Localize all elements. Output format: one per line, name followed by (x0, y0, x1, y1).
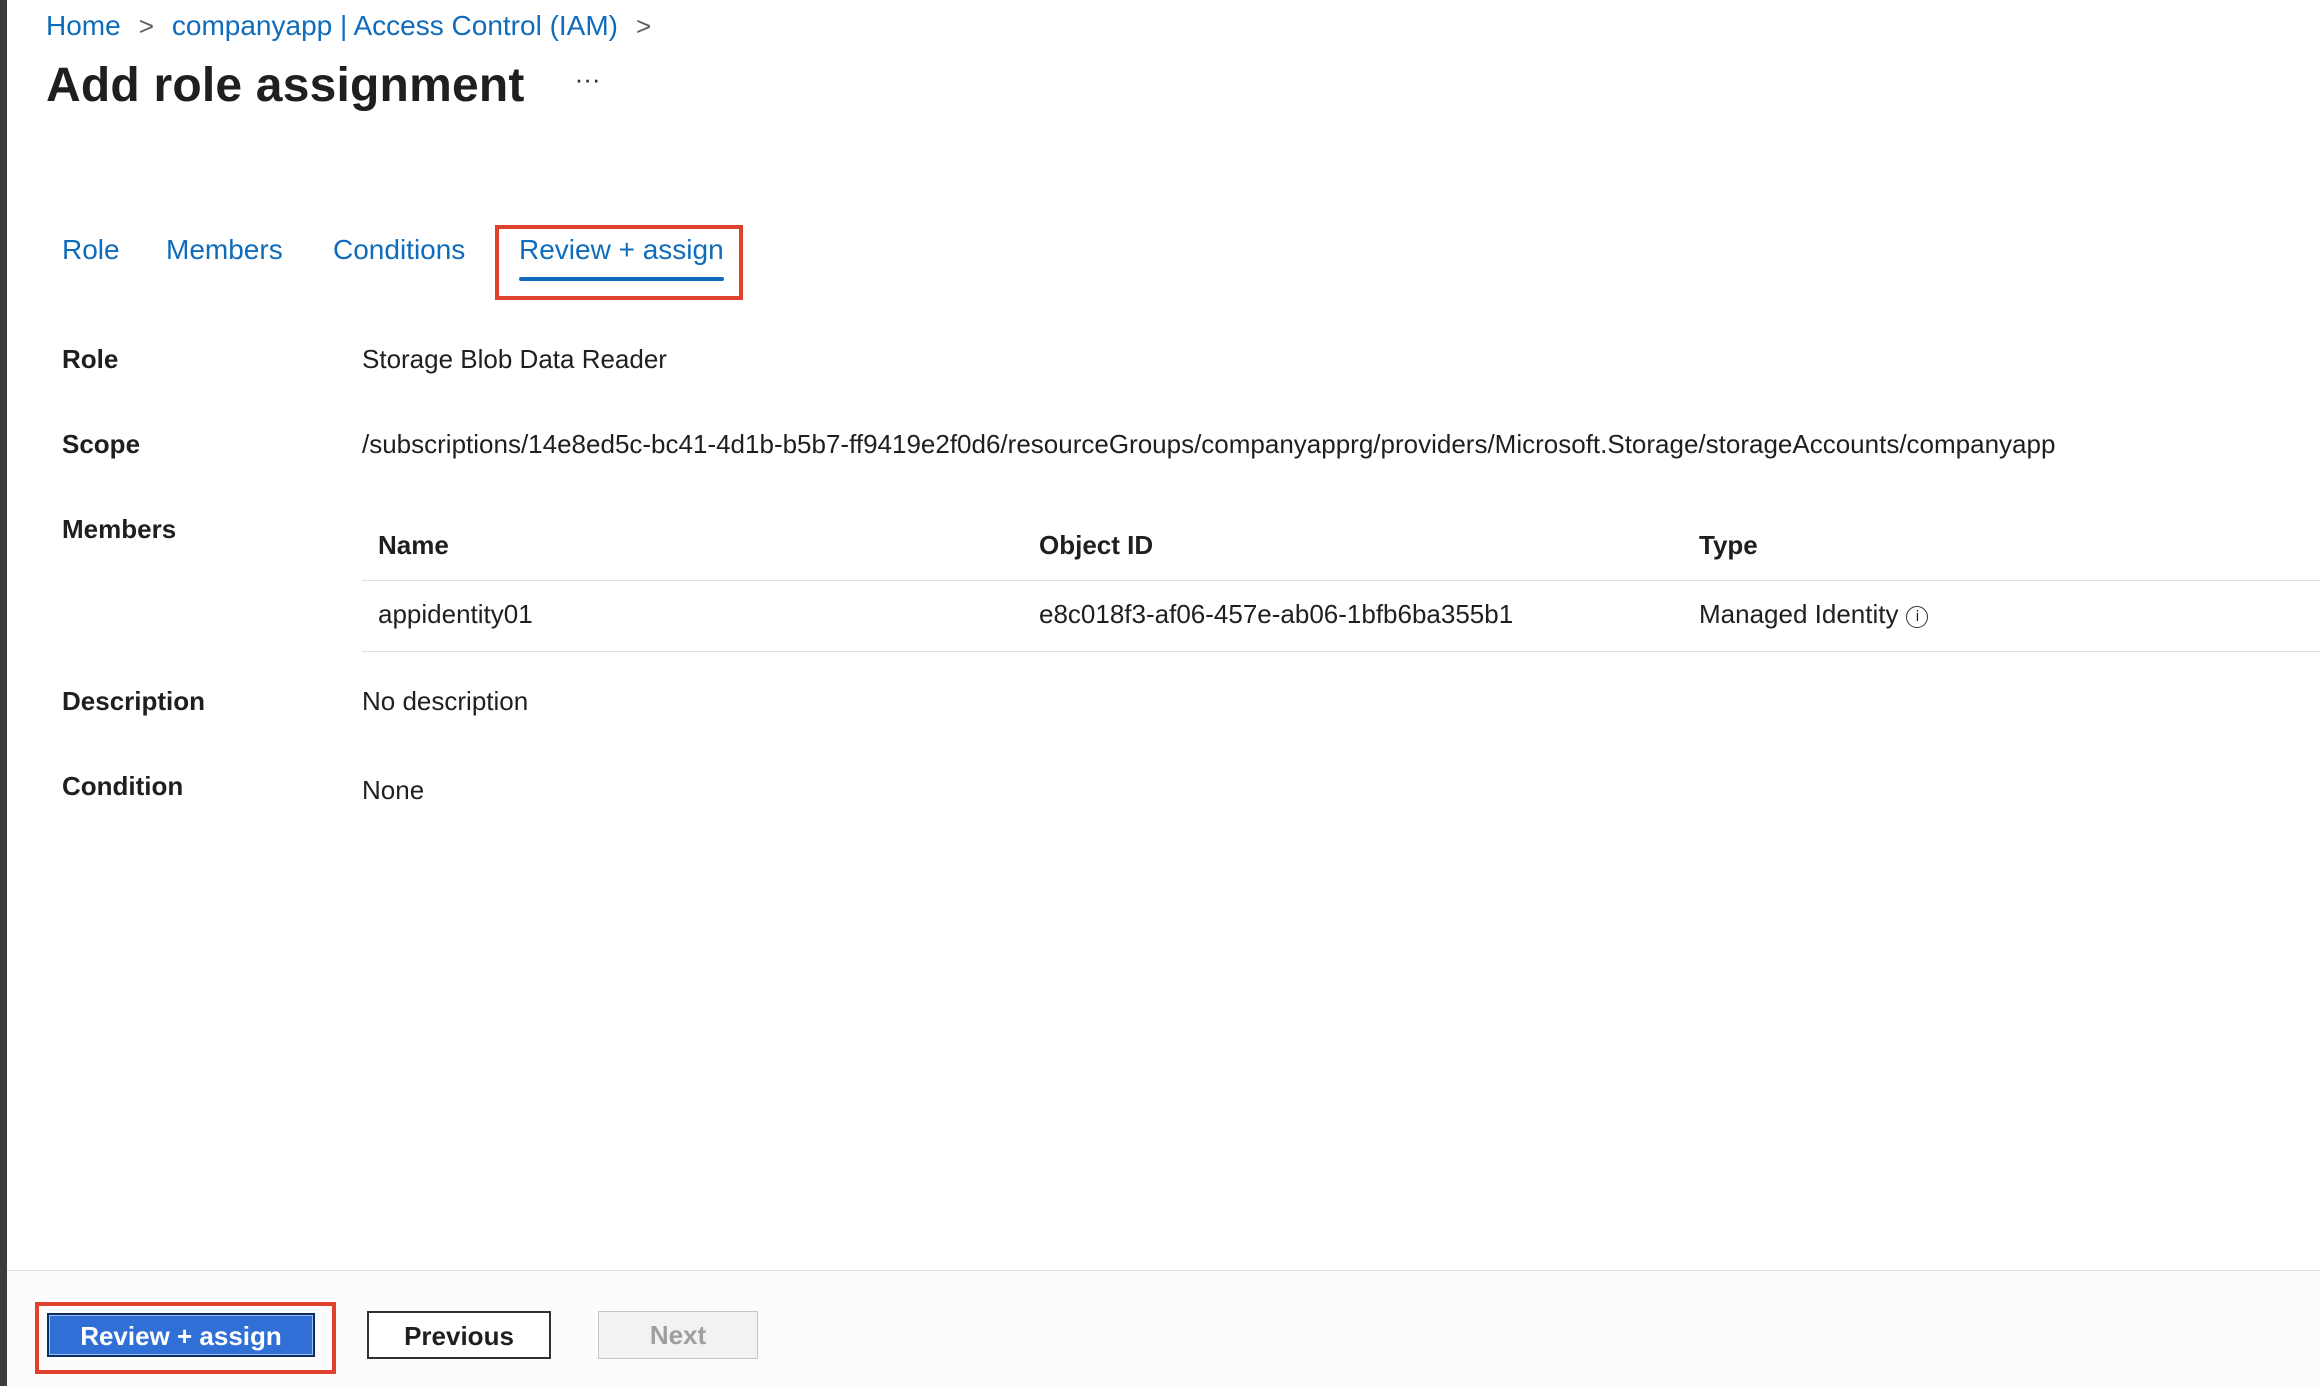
page-title: Add role assignment (46, 59, 525, 112)
breadcrumb-resource-link[interactable]: companyapp | Access Control (IAM) (172, 10, 618, 42)
description-value: No description (362, 686, 529, 716)
breadcrumb: Home > companyapp | Access Control (IAM)… (46, 8, 669, 44)
members-table: Name Object ID Type appidentity01 e8c018… (362, 516, 2320, 652)
condition-value: None (362, 775, 425, 805)
app-window: Home > companyapp | Access Control (IAM)… (0, 0, 2320, 1386)
role-value: Storage Blob Data Reader (362, 344, 667, 374)
chevron-right-icon: > (636, 10, 652, 41)
column-header-object-id: Object ID (1039, 530, 1154, 560)
breadcrumb-home-link[interactable]: Home (46, 10, 121, 42)
tab-bar: Role Members Conditions Review + assign (0, 224, 900, 281)
member-type: Managed Identity i (1699, 599, 1929, 630)
tab-role[interactable]: Role (62, 234, 120, 266)
column-header-type: Type (1699, 530, 1758, 560)
member-name: appidentity01 (378, 599, 533, 629)
description-label: Description (62, 686, 206, 716)
next-button[interactable]: Next (598, 1311, 758, 1359)
highlight-box-button (35, 1302, 336, 1374)
info-icon[interactable]: i (1906, 606, 1929, 628)
column-header-name: Name (378, 530, 449, 560)
table-row: appidentity01 e8c018f3-af06-457e-ab06-1b… (362, 581, 2320, 652)
scope-label: Scope (62, 429, 141, 459)
title-row: Add role assignment ··· (46, 58, 601, 113)
tab-members[interactable]: Members (166, 234, 283, 266)
tab-conditions[interactable]: Conditions (333, 234, 465, 266)
scope-value: /subscriptions/14e8ed5c-bc41-4d1b-b5b7-f… (362, 429, 2056, 459)
member-object-id: e8c018f3-af06-457e-ab06-1bfb6ba355b1 (1039, 599, 1514, 629)
previous-button[interactable]: Previous (367, 1311, 551, 1359)
members-label: Members (62, 514, 177, 544)
role-label: Role (62, 344, 119, 374)
chevron-right-icon: > (138, 10, 154, 41)
table-header: Name Object ID Type (362, 516, 2320, 581)
footer-bar (7, 1270, 2320, 1386)
condition-label: Condition (62, 771, 184, 801)
member-type-label: Managed Identity (1699, 599, 1899, 629)
highlight-box-tab (495, 225, 743, 300)
window-edge (0, 0, 7, 1386)
more-options-icon[interactable]: ··· (575, 64, 601, 95)
